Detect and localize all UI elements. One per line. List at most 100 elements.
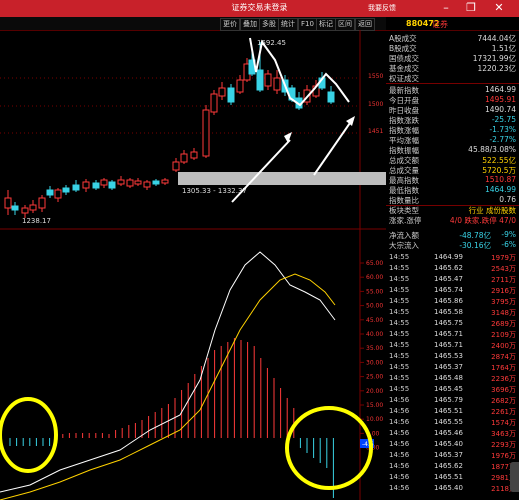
candle-body: [218, 87, 226, 97]
tick-time: 14:55: [389, 308, 410, 316]
collapse-panel-button[interactable]: [510, 462, 519, 492]
stat-row: 最高指数 1510.87: [386, 175, 519, 185]
tick-price: 1465.40: [434, 440, 463, 448]
tick-volume: 3795万: [491, 298, 516, 306]
tick-time: 14:56: [389, 451, 410, 459]
minimize-icon[interactable]: –: [437, 1, 455, 15]
tick-time: 14:55: [389, 319, 410, 327]
tick-price: 1464.99: [434, 253, 463, 261]
candle-body: [327, 91, 335, 103]
stat-row: B股成交 1.51亿: [386, 43, 519, 53]
tick-time: 14:56: [389, 429, 410, 437]
stat-value: 0.76: [499, 195, 516, 204]
axis-tick: 60.00: [366, 274, 383, 281]
tick-price: 1465.58: [434, 308, 463, 316]
tick-time: 14:55: [389, 352, 410, 360]
stat-value: 4/0 跌家.跌停 47/0: [449, 216, 516, 225]
arrow-head: [284, 132, 292, 143]
stat-label: 涨家.涨停: [389, 216, 422, 225]
candle-body: [172, 161, 180, 171]
tick-volume: 2711万: [491, 276, 516, 284]
stat-row: 指数量比 0.76: [386, 195, 519, 205]
candle-body: [134, 180, 142, 185]
axis-tick: 35.00: [366, 345, 383, 352]
candle-body: [180, 153, 188, 163]
candle-body: [264, 73, 272, 87]
tick-price: 1465.62: [434, 264, 463, 272]
symbol-bar: 880472 证券: [386, 17, 519, 31]
tick-volume: 1574万: [491, 419, 516, 427]
tick-row: 14:56 1465.37 1976万: [386, 451, 519, 461]
tick-row: 14:56 1465.40 2118万: [386, 484, 519, 494]
tick-volume: 2682万: [491, 397, 516, 405]
tick-row: 14:55 1465.58 3148万: [386, 308, 519, 318]
candle-body: [152, 180, 160, 185]
tick-row: 14:55 1464.99 1979万: [386, 253, 519, 263]
candle-body: [202, 109, 210, 157]
feedback-link[interactable]: 我要反馈: [368, 3, 396, 13]
stat-row: 指数振幅 45.88/3.08%: [386, 145, 519, 155]
stat-row: 最新指数 1464.99: [386, 85, 519, 95]
tick-row: 14:55 1465.47 2711万: [386, 275, 519, 285]
tick-time: 14:55: [389, 275, 410, 283]
tick-volume: 2874万: [491, 353, 516, 361]
candle-body: [29, 204, 37, 211]
low-label: 1238.17: [22, 217, 51, 225]
tick-volume: 2543万: [491, 265, 516, 273]
tick-time: 14:56: [389, 473, 410, 481]
stat-value: -25.75: [491, 115, 516, 124]
axis-tick: 1451: [368, 128, 383, 135]
tick-price: 1465.55: [434, 418, 463, 426]
stat-value: -1.73%: [489, 125, 516, 134]
tick-time: 14:56: [389, 396, 410, 404]
flow-row: 净流入额 -48.78亿 -9%: [386, 230, 519, 240]
arrow-annotation: [231, 139, 291, 203]
stat-row: 平均涨幅 -2.77%: [386, 135, 519, 145]
flow-row: 大宗流入 -30.16亿 -6%: [386, 240, 519, 250]
tick-volume: 2109万: [491, 331, 516, 339]
arrow-annotation: [313, 119, 353, 176]
tick-row: 14:56 1465.40 2293万: [386, 440, 519, 450]
tick-price: 1465.37: [434, 363, 463, 371]
stat-value: -2.77%: [489, 135, 516, 144]
tick-price: 1465.51: [434, 407, 463, 415]
divider: [386, 83, 519, 84]
tick-volume: 2293万: [491, 441, 516, 449]
stat-row: 总成交额 522.55亿: [386, 155, 519, 165]
tick-volume: 1979万: [491, 254, 516, 262]
candle-body: [256, 69, 264, 91]
tick-volume: 3696万: [491, 386, 516, 394]
stat-value: 45.88/3.08%: [468, 145, 516, 154]
axis-tick: 45.00: [366, 317, 383, 324]
candle-body: [126, 179, 134, 187]
tick-row: 14:55 1465.53 2874万: [386, 352, 519, 362]
restore-icon[interactable]: ❐: [462, 1, 480, 15]
axis-tick: 40.00: [366, 331, 383, 338]
axis-tick: 15.00: [366, 402, 383, 409]
tick-price: 1465.71: [434, 330, 463, 338]
stat-row: 最低指数 1464.99: [386, 185, 519, 195]
tick-volume: 2916万: [491, 287, 516, 295]
stat-row: 权证成交: [386, 73, 519, 83]
stat-value: 1464.99: [484, 85, 516, 94]
axis-tick: 1550: [368, 73, 383, 80]
stat-row: 今日开盘 1495.91: [386, 95, 519, 105]
candle-body: [62, 187, 70, 193]
kline-chart[interactable]: 1305.33 - 1332.37 1592.45 1238.17 1550 1…: [0, 30, 386, 500]
tick-price: 1465.74: [434, 286, 463, 294]
tick-time: 14:56: [389, 407, 410, 415]
price-range-band: [178, 172, 386, 185]
tick-time: 14:55: [389, 297, 410, 305]
stat-row: 涨家.涨停 4/0 跌家.跌停 47/0: [386, 215, 519, 225]
axis-tick: 1500: [368, 101, 383, 108]
flow-pct: -6%: [501, 240, 516, 249]
tick-row: 14:55 1465.48 2236万: [386, 374, 519, 384]
close-icon[interactable]: ✕: [490, 1, 508, 15]
tick-price: 1465.79: [434, 396, 463, 404]
flow-value: -30.16亿: [459, 241, 491, 250]
tick-row: 14:55 1465.71 2109万: [386, 330, 519, 340]
tick-time: 14:55: [389, 264, 410, 272]
title-bar: 证券交易未登录 我要反馈 – ❐ ✕: [0, 0, 519, 17]
stat-value: 1490.74: [484, 105, 516, 114]
stat-row: A股成交 7444.04亿: [386, 33, 519, 43]
